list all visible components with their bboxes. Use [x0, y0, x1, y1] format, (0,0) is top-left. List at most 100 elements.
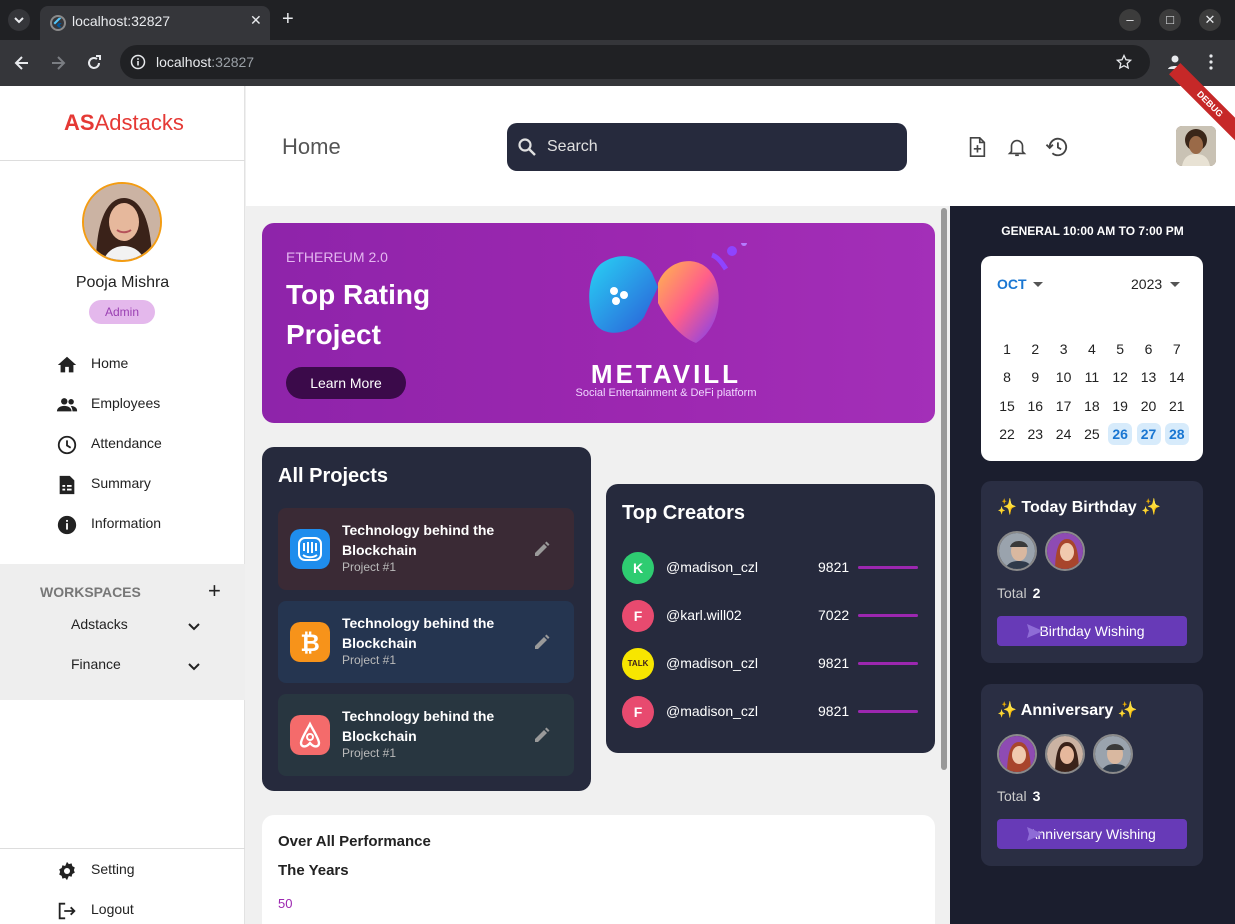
avatar[interactable] — [997, 531, 1037, 571]
year-select[interactable]: 2023 — [1131, 276, 1162, 292]
calendar-day[interactable]: 28 — [1164, 422, 1189, 445]
calendar-day[interactable]: 18 — [1080, 395, 1104, 417]
url-host: localhost — [156, 54, 212, 70]
edit-icon[interactable] — [532, 632, 552, 652]
avatar[interactable] — [82, 182, 162, 262]
search-bar[interactable] — [507, 123, 907, 171]
forward-icon[interactable] — [48, 53, 68, 73]
reload-icon[interactable] — [84, 53, 104, 73]
back-icon[interactable] — [12, 53, 32, 73]
chevron-down-icon[interactable] — [186, 658, 202, 674]
calendar-day[interactable]: 9 — [1023, 366, 1047, 388]
calendar-day[interactable]: 6 — [1137, 338, 1161, 360]
calendar-day[interactable]: 24 — [1052, 423, 1076, 445]
calendar-day[interactable]: 8 — [995, 366, 1019, 388]
header-avatar[interactable] — [1176, 126, 1216, 166]
nav-item-summary[interactable]: Summary — [56, 472, 236, 496]
avatar[interactable] — [1045, 531, 1085, 571]
calendar-day[interactable]: 26 — [1108, 422, 1133, 445]
calendar-day[interactable]: 19 — [1108, 395, 1132, 417]
performance-card: Over All Performance The Years 50 — [262, 815, 935, 924]
calendar-day[interactable]: 20 — [1137, 395, 1161, 417]
app-logo[interactable]: ASAdstacks — [64, 110, 184, 136]
clock-icon — [57, 435, 77, 455]
creator-row[interactable]: K @madison_czl 9821 — [622, 552, 922, 584]
calendar-day[interactable]: 22 — [995, 423, 1019, 445]
anniversary-total: Total 3 — [997, 788, 1041, 804]
info-icon[interactable] — [130, 54, 146, 70]
learn-more-button[interactable]: Learn More — [286, 367, 406, 399]
all-projects-card: All Projects Technology behind the Block… — [262, 447, 591, 791]
send-icon — [1027, 827, 1043, 841]
calendar-day[interactable]: 27 — [1136, 422, 1161, 445]
calendar-day[interactable]: 11 — [1080, 366, 1104, 388]
user-photo — [1095, 736, 1131, 772]
creator-row[interactable]: F @madison_czl 9821 — [622, 696, 922, 728]
minimize-icon[interactable]: – — [1119, 9, 1141, 31]
close-tab-icon[interactable]: ✕ — [250, 12, 262, 29]
edit-icon[interactable] — [532, 725, 552, 745]
close-window-icon[interactable]: ✕ — [1199, 9, 1221, 31]
new-tab-button[interactable]: + — [282, 8, 294, 31]
calendar-day[interactable]: 3 — [1052, 338, 1076, 360]
edit-icon[interactable] — [532, 539, 552, 559]
avatar[interactable] — [1045, 734, 1085, 774]
project-item[interactable]: Technology behind the Blockchain Project… — [278, 694, 574, 776]
nav-item-attendance[interactable]: Attendance — [56, 432, 236, 456]
calendar-day[interactable]: 5 — [1108, 338, 1132, 360]
nav-item-setting[interactable]: Setting — [56, 858, 236, 882]
anniversary-wishing-button[interactable]: Anniversary Wishing — [997, 819, 1187, 849]
calendar-day[interactable]: 23 — [1023, 423, 1047, 445]
calendar-day[interactable]: 16 — [1023, 395, 1047, 417]
chevron-down-icon[interactable] — [186, 618, 202, 634]
creator-handle: @madison_czl — [666, 655, 759, 671]
calendar-day[interactable]: 14 — [1165, 366, 1189, 388]
logo-mark: AS — [64, 110, 95, 135]
search-input[interactable] — [547, 135, 887, 159]
calendar-day[interactable]: 17 — [1052, 395, 1076, 417]
bell-icon[interactable] — [1006, 136, 1028, 158]
nav-label: Home — [91, 355, 129, 371]
calendar-day[interactable]: 10 — [1052, 366, 1076, 388]
calendar-day[interactable]: 2 — [1023, 338, 1047, 360]
chevron-down-icon[interactable] — [1170, 282, 1180, 287]
tab-search-button[interactable] — [8, 9, 30, 31]
calendar-day[interactable]: 4 — [1080, 338, 1104, 360]
project-item[interactable]: Technology behind the Blockchain Project… — [278, 508, 574, 590]
maximize-icon[interactable]: □ — [1159, 9, 1181, 31]
calendar-day[interactable]: 12 — [1108, 366, 1132, 388]
month-select[interactable]: OCT — [997, 276, 1027, 292]
avatar[interactable] — [997, 734, 1037, 774]
creator-row[interactable]: F @karl.will02 7022 — [622, 600, 922, 632]
nav-item-home[interactable]: Home — [56, 352, 236, 376]
nav-item-employees[interactable]: Employees — [56, 392, 236, 416]
more-vert-icon[interactable] — [1202, 53, 1220, 71]
sparkle-icon: ✨ — [1117, 702, 1138, 719]
history-icon[interactable] — [1045, 136, 1069, 158]
star-icon[interactable] — [1116, 54, 1132, 70]
home-icon — [57, 356, 77, 373]
search-icon — [518, 138, 536, 156]
workspace-item[interactable]: Adstacks — [71, 616, 128, 632]
scrollbar[interactable] — [941, 208, 947, 770]
project-item[interactable]: ₿ Technology behind the Blockchain Proje… — [278, 601, 574, 683]
performance-title: Over All Performance — [278, 833, 431, 850]
birthday-wishing-button[interactable]: Birthday Wishing — [997, 616, 1187, 646]
calendar-day[interactable]: 7 — [1165, 338, 1189, 360]
add-workspace-button[interactable]: + — [208, 578, 221, 604]
url-field[interactable]: localhost:32827 — [120, 45, 1150, 79]
chevron-down-icon[interactable] — [1033, 282, 1043, 287]
calendar-day[interactable]: 13 — [1137, 366, 1161, 388]
creator-row[interactable]: TALK @madison_czl 9821 — [622, 648, 922, 680]
calendar-day[interactable]: 1 — [995, 338, 1019, 360]
calendar-day[interactable]: 21 — [1165, 395, 1189, 417]
nav-item-logout[interactable]: Logout — [56, 898, 236, 922]
workspace-item[interactable]: Finance — [71, 656, 121, 672]
avatar[interactable] — [1093, 734, 1133, 774]
browser-tab[interactable]: localhost:32827 ✕ — [40, 6, 270, 40]
calendar-day[interactable]: 15 — [995, 395, 1019, 417]
calendar-day[interactable]: 25 — [1080, 423, 1104, 445]
add-document-icon[interactable] — [966, 136, 988, 158]
nav-label: Logout — [91, 901, 134, 917]
nav-item-information[interactable]: Information — [56, 512, 236, 536]
